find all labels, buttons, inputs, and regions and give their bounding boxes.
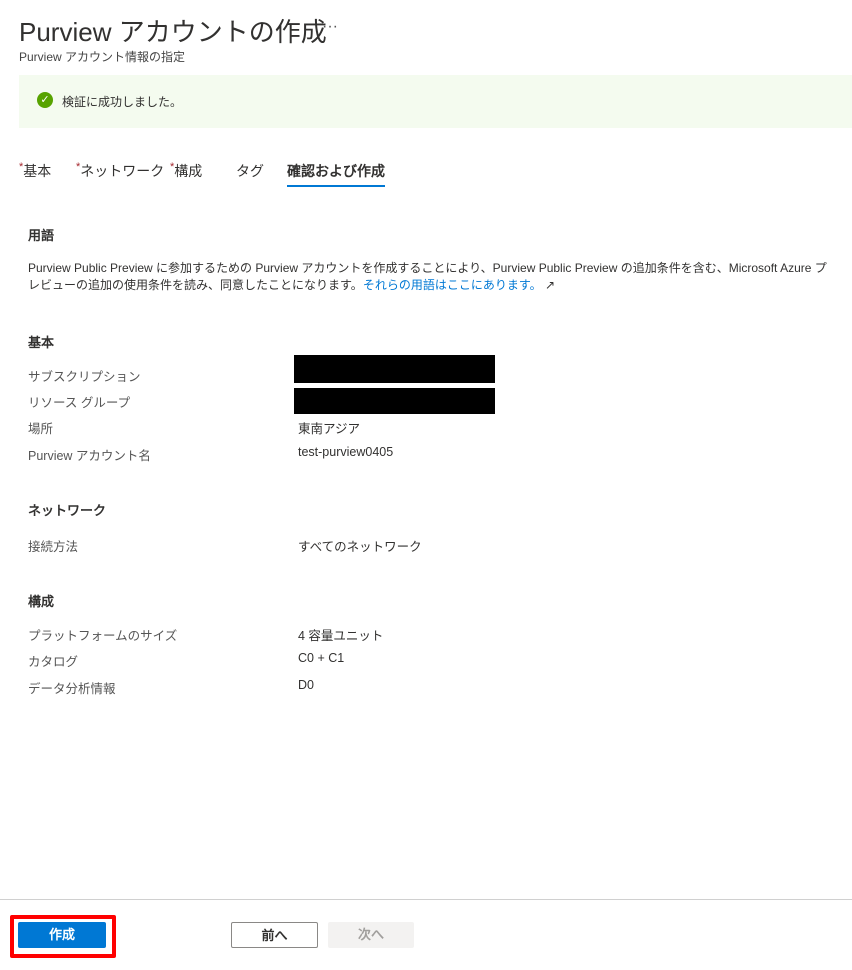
network-heading: ネットワーク — [28, 503, 107, 518]
connectivity-value: すべてのネットワーク — [298, 540, 422, 554]
tab-label: 基本 — [23, 163, 52, 179]
insights-label: データ分析情報 — [28, 682, 116, 696]
redacted-subscription — [294, 355, 495, 383]
account-name-value: test-purview0405 — [298, 445, 394, 459]
next-button[interactable]: 次へ — [328, 922, 414, 948]
more-options-button[interactable]: ··· — [322, 18, 338, 36]
catalog-label: カタログ — [28, 655, 79, 669]
previous-button[interactable]: 前へ — [231, 922, 318, 948]
location-value: 東南アジア — [298, 422, 361, 436]
basics-heading: 基本 — [28, 335, 55, 350]
validation-message: 検証に成功しました。 — [62, 95, 183, 109]
subscription-label: サブスクリプション — [28, 370, 141, 384]
connectivity-label: 接続方法 — [28, 540, 79, 554]
page-subtitle: Purview アカウント情報の指定 — [19, 50, 186, 64]
redacted-resource-group — [294, 388, 495, 414]
tab-label: ネットワーク — [80, 163, 165, 179]
resource-group-label: リソース グループ — [28, 396, 131, 410]
tab-label: 構成 — [174, 163, 203, 179]
page-title: Purview アカウントの作成 — [19, 17, 327, 47]
tab-configuration[interactable]: *構成 — [170, 161, 202, 181]
insights-value: D0 — [298, 678, 314, 692]
tab-review-create[interactable]: 確認および作成 — [287, 161, 385, 181]
terms-heading: 用語 — [28, 228, 55, 243]
tab-label: 確認および作成 — [287, 163, 385, 179]
catalog-value: C0 + C1 — [298, 651, 345, 665]
tab-basics[interactable]: *基本 — [19, 161, 51, 181]
tab-label: タグ — [236, 163, 264, 179]
config-heading: 構成 — [28, 594, 55, 609]
tab-tags[interactable]: タグ — [236, 161, 264, 181]
account-name-label: Purview アカウント名 — [28, 449, 151, 463]
highlight-box — [10, 915, 116, 958]
tab-network[interactable]: *ネットワーク — [76, 161, 164, 181]
terms-text: Purview Public Preview に参加するための Purview … — [28, 260, 828, 294]
active-tab-indicator — [287, 185, 385, 187]
platform-size-value: 4 容量ユニット — [298, 629, 384, 643]
footer-divider — [0, 899, 852, 900]
location-label: 場所 — [28, 422, 54, 436]
platform-size-label: プラットフォームのサイズ — [28, 629, 178, 643]
terms-link[interactable]: それらの用語はここにあります。 — [363, 278, 542, 292]
check-circle-icon: ✓ — [37, 92, 53, 108]
external-link-icon[interactable]: ↗ — [545, 278, 555, 292]
